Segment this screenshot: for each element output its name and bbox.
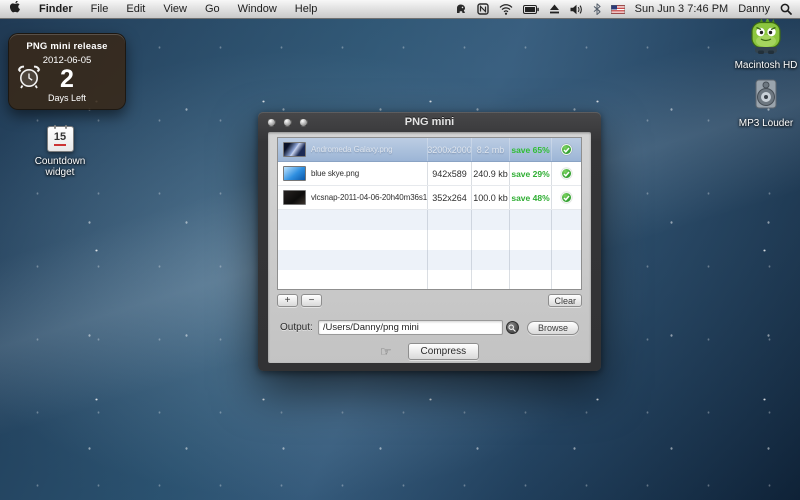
us-flag-icon[interactable] bbox=[611, 0, 625, 18]
remove-file-button[interactable]: − bbox=[301, 294, 322, 307]
calendar-month-mark bbox=[54, 144, 66, 146]
eject-icon[interactable] bbox=[549, 0, 560, 18]
file-dimensions: 942x589 bbox=[428, 162, 472, 185]
menu-item-view[interactable]: View bbox=[154, 0, 196, 18]
menu-bar-clock[interactable]: Sun Jun 3 7:46 PM bbox=[635, 3, 729, 15]
menu-item-window[interactable]: Window bbox=[229, 0, 286, 18]
menu-item-go[interactable]: Go bbox=[196, 0, 229, 18]
table-row[interactable]: vlcsnap-2011-04-06-20h40m36s165.png 352x… bbox=[278, 186, 581, 210]
table-footer: + − Clear bbox=[277, 293, 582, 308]
widget-title: PNG mini release bbox=[9, 41, 125, 52]
done-check-icon bbox=[561, 144, 572, 155]
output-label: Output: bbox=[280, 322, 313, 333]
battery-icon[interactable] bbox=[523, 0, 539, 18]
menu-item-edit[interactable]: Edit bbox=[117, 0, 154, 18]
file-table: Andromeda Galaxy.png 3200x2000 8.2 mb sa… bbox=[277, 137, 582, 290]
output-row: Output: Browse bbox=[280, 320, 579, 335]
done-check-icon bbox=[561, 192, 572, 203]
file-size: 240.9 kb bbox=[472, 162, 510, 185]
empty-table-row bbox=[278, 250, 581, 270]
compress-row: ☞ Compress bbox=[268, 343, 591, 360]
table-row[interactable]: blue skye.png 942x589 240.9 kb save 29% bbox=[278, 162, 581, 186]
macintosh-hd-icon bbox=[730, 16, 800, 56]
file-size: 8.2 mb bbox=[472, 138, 510, 161]
volume-label: MP3 Louder bbox=[730, 118, 800, 129]
file-dimensions: 352x264 bbox=[428, 186, 472, 209]
window-content-panel: Andromeda Galaxy.png 3200x2000 8.2 mb sa… bbox=[268, 132, 591, 363]
output-path-input[interactable] bbox=[318, 320, 503, 335]
window-title: PNG mini bbox=[258, 116, 601, 128]
file-dimensions: 3200x2000 bbox=[428, 138, 472, 161]
file-thumbnail bbox=[283, 190, 306, 205]
calendar-icon[interactable]: 15 bbox=[47, 126, 74, 152]
png-mini-window: PNG mini Andromeda Galaxy.png 3200x2000 … bbox=[258, 112, 601, 371]
bluetooth-icon[interactable] bbox=[593, 0, 601, 18]
file-size: 100.0 kb bbox=[472, 186, 510, 209]
file-thumbnail bbox=[283, 142, 306, 157]
empty-table-row bbox=[278, 270, 581, 290]
calendar-day: 15 bbox=[48, 131, 73, 143]
empty-table-row bbox=[278, 230, 581, 250]
menu-item-file[interactable]: File bbox=[82, 0, 118, 18]
file-save-percent: save 48% bbox=[510, 186, 552, 209]
browse-button[interactable]: Browse bbox=[527, 321, 579, 335]
countdown-widget[interactable]: PNG mini release 2012-06-05 2 Days Left bbox=[8, 33, 126, 110]
wifi-icon[interactable] bbox=[499, 0, 513, 18]
menu-bar-status-area: Sun Jun 3 7:46 PM Danny bbox=[455, 0, 792, 18]
file-name: Andromeda Galaxy.png bbox=[311, 145, 392, 154]
desktop-icon-macintosh-hd[interactable]: Macintosh HD bbox=[730, 16, 800, 71]
growl-icon[interactable] bbox=[455, 0, 467, 18]
menu-item-finder[interactable]: Finder bbox=[30, 0, 82, 18]
menu-bar-user[interactable]: Danny bbox=[738, 3, 770, 15]
file-name: blue skye.png bbox=[311, 169, 359, 178]
countdown-widget-shortcut[interactable]: 15 Countdown widget bbox=[20, 126, 100, 178]
table-row[interactable]: Andromeda Galaxy.png 3200x2000 8.2 mb sa… bbox=[278, 138, 581, 162]
apple-icon bbox=[10, 1, 21, 17]
file-name: vlcsnap-2011-04-06-20h40m36s165.png bbox=[311, 193, 428, 202]
alarm-clock-icon bbox=[16, 64, 42, 97]
file-save-percent: save 65% bbox=[510, 138, 552, 161]
volume-label: Macintosh HD bbox=[730, 60, 800, 71]
apple-menu[interactable] bbox=[8, 0, 30, 18]
file-thumbnail bbox=[283, 166, 306, 181]
input-source-icon[interactable] bbox=[477, 0, 489, 18]
menu-item-help[interactable]: Help bbox=[286, 0, 327, 18]
menu-bar-left: Finder File Edit View Go Window Help bbox=[8, 0, 326, 18]
empty-table-row bbox=[278, 210, 581, 230]
volume-icon[interactable] bbox=[570, 0, 583, 18]
file-save-percent: save 29% bbox=[510, 162, 552, 185]
shortcut-label: Countdown widget bbox=[20, 156, 100, 178]
done-check-icon bbox=[561, 168, 572, 179]
clear-button[interactable]: Clear bbox=[548, 294, 582, 307]
compress-button[interactable]: Compress bbox=[408, 343, 480, 360]
window-titlebar[interactable]: PNG mini bbox=[258, 112, 601, 132]
menu-bar: Finder File Edit View Go Window Help bbox=[0, 0, 800, 19]
pointing-hand-icon: ☞ bbox=[380, 345, 392, 358]
reveal-magnifier-icon[interactable] bbox=[506, 321, 519, 334]
desktop-icon-mp3-louder[interactable]: MP3 Louder bbox=[730, 74, 800, 129]
calendar-rings bbox=[54, 125, 67, 129]
add-file-button[interactable]: + bbox=[277, 294, 298, 307]
spotlight-icon[interactable] bbox=[780, 0, 792, 18]
speaker-icon bbox=[730, 74, 800, 114]
